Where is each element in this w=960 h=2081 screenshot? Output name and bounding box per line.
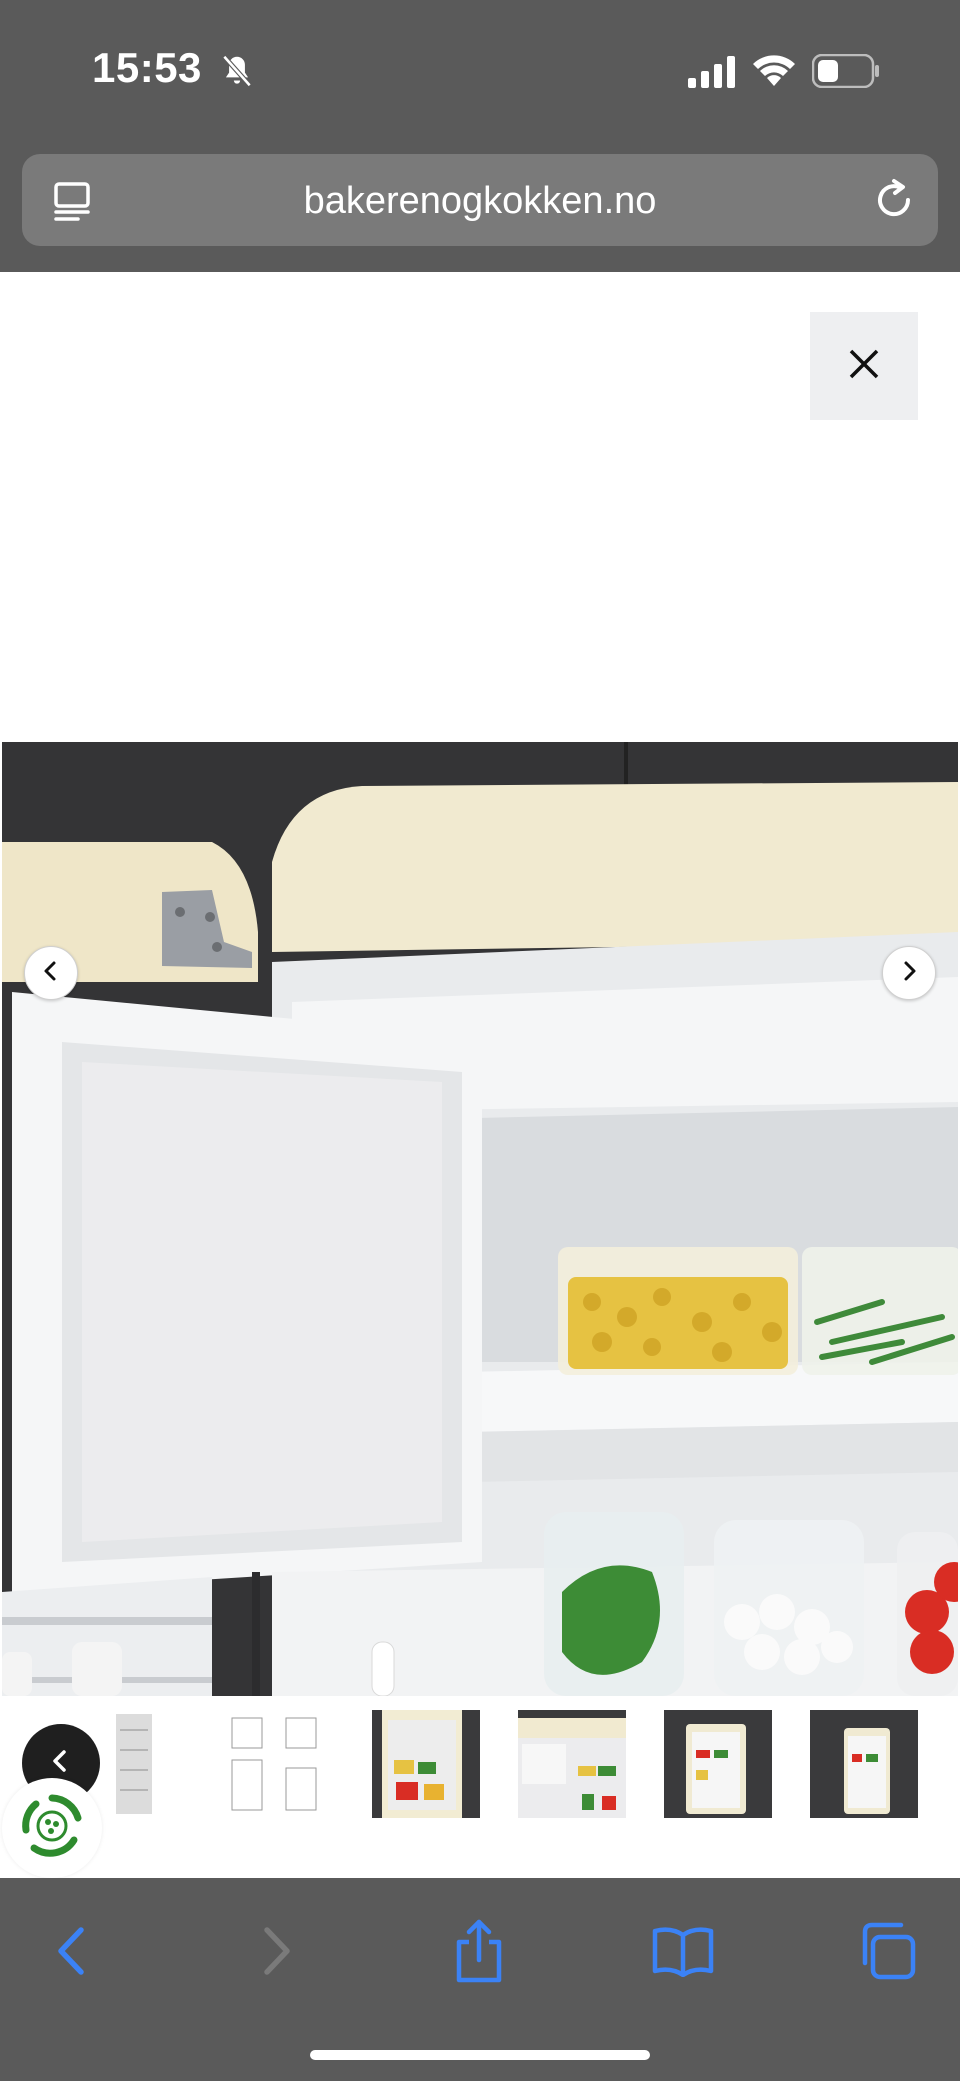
next-image-button[interactable] bbox=[882, 946, 936, 1000]
share-button[interactable] bbox=[444, 1918, 514, 1988]
thumbnail-strip bbox=[0, 1696, 960, 1878]
product-thumbnail-6[interactable] bbox=[810, 1710, 918, 1818]
cellular-signal-icon bbox=[688, 56, 738, 93]
product-thumbnail-5[interactable] bbox=[664, 1710, 772, 1818]
back-arrow-icon bbox=[51, 1926, 91, 1981]
chevron-left-icon bbox=[48, 1748, 74, 1779]
close-button[interactable] bbox=[810, 312, 918, 420]
bell-slash-icon bbox=[218, 52, 256, 95]
back-button[interactable] bbox=[36, 1918, 106, 1988]
bookmarks-icon bbox=[651, 1925, 715, 1982]
previous-image-button[interactable] bbox=[24, 946, 78, 1000]
forward-button[interactable] bbox=[242, 1918, 312, 1988]
gallery-lightbox bbox=[0, 272, 960, 1878]
home-indicator bbox=[310, 2050, 650, 2060]
tabs-button[interactable] bbox=[852, 1918, 922, 1988]
product-thumbnail-3[interactable] bbox=[372, 1710, 480, 1818]
screen: 15:53 bakerenogkokken.no bbox=[0, 0, 960, 2081]
bookmarks-button[interactable] bbox=[648, 1918, 718, 1988]
url-text[interactable]: bakerenogkokken.no bbox=[22, 180, 938, 223]
wifi-icon bbox=[752, 52, 796, 93]
share-icon bbox=[451, 1918, 507, 1989]
tabs-icon bbox=[857, 1921, 917, 1986]
chevron-left-icon bbox=[40, 960, 62, 987]
status-bar: 15:53 bbox=[0, 0, 960, 140]
reload-icon[interactable] bbox=[870, 176, 918, 229]
address-bar[interactable]: bakerenogkokken.no bbox=[22, 154, 938, 246]
product-thumbnail-2[interactable] bbox=[224, 1710, 332, 1818]
battery-icon bbox=[811, 53, 880, 93]
chevron-right-icon bbox=[898, 960, 920, 987]
recycle-icon bbox=[16, 1790, 88, 1867]
product-thumbnail-4[interactable] bbox=[518, 1710, 626, 1818]
eco-badge[interactable] bbox=[2, 1778, 102, 1878]
product-image bbox=[2, 742, 958, 1696]
forward-arrow-icon bbox=[257, 1926, 297, 1981]
close-icon bbox=[846, 346, 882, 387]
product-thumbnail-1[interactable] bbox=[112, 1710, 158, 1818]
status-time: 15:53 bbox=[92, 44, 202, 91]
